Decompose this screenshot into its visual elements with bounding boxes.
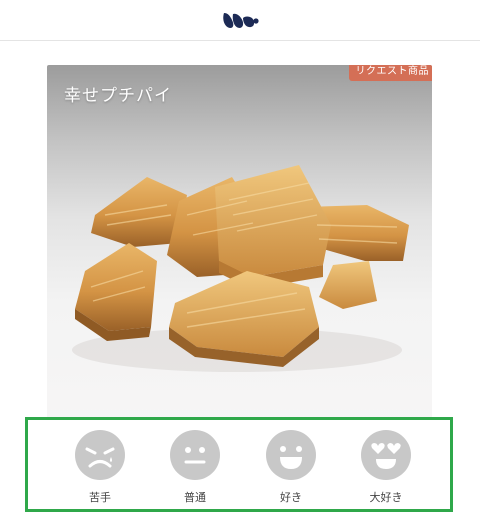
product-card[interactable]: 幸せプチパイ リクエスト商品 — [47, 65, 432, 445]
rating-label-neutral: 普通 — [184, 491, 206, 504]
rating-label-like: 好き — [280, 491, 302, 504]
rating-option-love[interactable]: 大好き — [356, 430, 416, 505]
pastry-photo — [72, 165, 409, 372]
brand-logo-icon[interactable] — [220, 9, 260, 31]
header — [0, 0, 480, 41]
page: 幸せプチパイ リクエスト商品 苦手 普通 好き 大好き — [0, 0, 480, 523]
product-name: 幸せプチパイ — [64, 86, 172, 106]
rating-selector: 苦手 普通 好き 大好き — [25, 417, 453, 512]
happy-face-icon[interactable] — [266, 430, 316, 480]
rating-option-dislike[interactable]: 苦手 — [70, 430, 130, 505]
rating-label-love: 大好き — [369, 491, 403, 504]
neutral-face-icon[interactable] — [170, 430, 220, 480]
heart-eyes-face-icon[interactable] — [361, 430, 411, 480]
rating-option-neutral[interactable]: 普通 — [165, 430, 225, 505]
request-badge: リクエスト商品 — [348, 65, 432, 81]
rating-option-like[interactable]: 好き — [261, 430, 321, 505]
rating-label-dislike: 苦手 — [89, 491, 111, 504]
sad-face-icon[interactable] — [75, 430, 125, 480]
